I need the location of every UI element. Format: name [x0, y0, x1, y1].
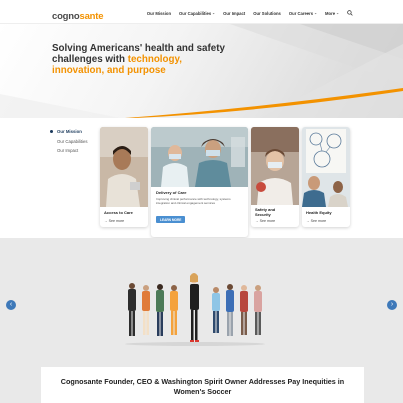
card-health-equity[interactable]: Health Equity → See more — [302, 127, 350, 227]
chevron-down-icon: ⌄ — [336, 11, 339, 15]
news-carousel: ‹ › Cognosante Founder, CEO & Washington… — [0, 238, 403, 403]
figure — [128, 283, 136, 336]
chevron-down-icon: ⌄ — [314, 11, 318, 15]
hero-headline: Solving Americans' health and safety cha… — [52, 43, 225, 76]
card-title-safety-line2: Security — [255, 212, 271, 217]
card-delivery-of-care[interactable]: Delivery of Care Improving clinical perf… — [151, 127, 248, 237]
card-access-to-care[interactable]: Access to Care → See more — [100, 127, 148, 227]
page: cognosante INNOVATION · ACCESS · QUALITY… — [0, 0, 403, 403]
mission-section: Our Mission Our Capabilities Our Impact … — [0, 118, 403, 238]
card-photo-access — [100, 127, 148, 207]
subnav-our-impact[interactable]: Our Impact — [50, 148, 88, 153]
news-headline: Cognosante Founder, CEO & Washington Spi… — [60, 377, 345, 397]
subnav-our-mission[interactable]: Our Mission — [50, 129, 88, 134]
site-header: cognosante INNOVATION · ACCESS · QUALITY… — [0, 0, 403, 27]
logo-text: cogno — [52, 11, 80, 22]
nav-our-careers[interactable]: Our Careers ⌄ — [289, 11, 317, 16]
women-group-illustration — [125, 273, 265, 346]
card-photo-equity — [302, 127, 350, 207]
card-photo-safety — [251, 127, 299, 205]
news-headline-card[interactable]: Cognosante Founder, CEO & Washington Spi… — [41, 367, 364, 403]
card-safety-and-security[interactable]: Safety and Security → See more — [251, 127, 299, 227]
search-icon[interactable] — [347, 10, 353, 16]
carousel-prev-button[interactable]: ‹ — [6, 300, 16, 310]
see-more-link[interactable]: → See more — [306, 219, 326, 223]
chevron-down-icon: ⌄ — [212, 11, 216, 15]
nav-our-impact[interactable]: Our Impact — [223, 11, 245, 16]
nav-our-capabilities[interactable]: Our Capabilities ⌄ — [179, 11, 215, 16]
carousel-next-button[interactable]: › — [387, 300, 397, 310]
card-title-equity: Health Equity — [306, 210, 332, 215]
see-more-link[interactable]: → See more — [255, 219, 275, 223]
hero-banner: Solving Americans' health and safety cha… — [0, 24, 403, 118]
logo-text-accent: sante — [79, 11, 104, 22]
card-title-access: Access to Care — [104, 210, 133, 215]
card-photo-delivery — [151, 127, 248, 187]
mission-subnav: Our Mission Our Capabilities Our Impact — [50, 129, 88, 158]
nav-our-mission[interactable]: Our Mission — [147, 11, 171, 16]
nav-more[interactable]: More ⌄ — [325, 11, 339, 16]
learn-more-button[interactable]: LEARN MORE — [156, 216, 186, 223]
subnav-our-capabilities[interactable]: Our Capabilities — [50, 139, 88, 144]
card-description-delivery: Improving clinical performance with tech… — [156, 197, 231, 206]
card-title-delivery: Delivery of Care — [156, 190, 187, 195]
main-nav: Our Mission Our Capabilities ⌄ Our Impact… — [147, 10, 353, 16]
see-more-link[interactable]: → See more — [104, 219, 124, 223]
nav-our-solutions[interactable]: Our Solutions — [253, 11, 281, 16]
